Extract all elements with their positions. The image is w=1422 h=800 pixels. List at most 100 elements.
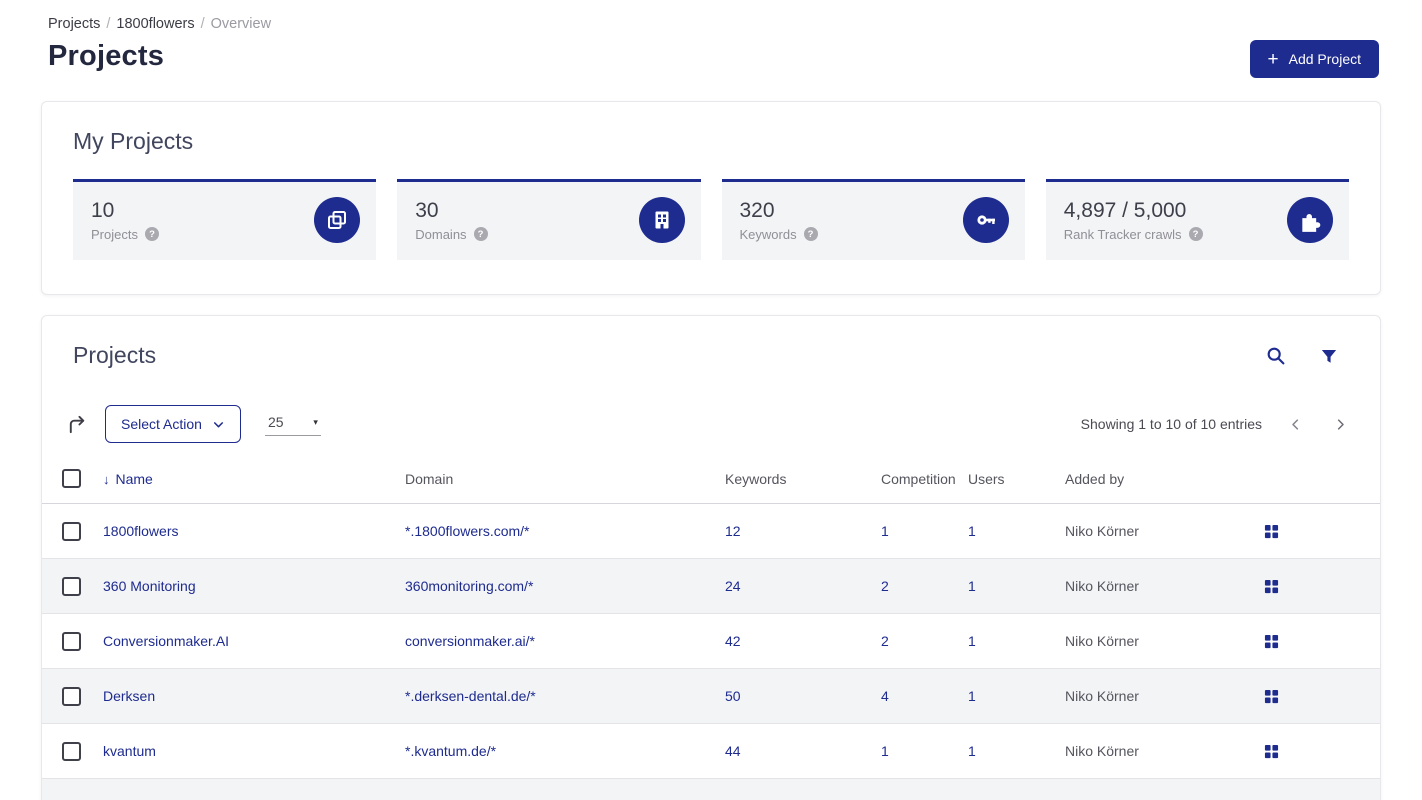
project-competition-link[interactable]: 1 bbox=[881, 743, 889, 759]
project-competition-link[interactable]: 2 bbox=[881, 633, 889, 649]
column-header-added-by[interactable]: Added by bbox=[1065, 463, 1264, 504]
select-all-checkbox[interactable] bbox=[62, 469, 81, 488]
stat-tile-keywords: 320 Keywords ? bbox=[721, 179, 1025, 260]
dashboard-grid-icon[interactable] bbox=[1264, 524, 1279, 539]
project-competition-link[interactable]: 1 bbox=[881, 523, 889, 539]
table-header-row: ↓ Name Domain Keywords Competition Users … bbox=[42, 463, 1380, 504]
dashboard-grid-icon[interactable] bbox=[1264, 689, 1279, 704]
my-projects-card: My Projects 10 Projects ? 30 Domains ? 3… bbox=[41, 101, 1381, 295]
breadcrumb-separator: / bbox=[200, 16, 205, 32]
stat-value: 10 bbox=[91, 198, 115, 222]
add-project-button[interactable]: + Add Project bbox=[1249, 40, 1379, 78]
project-name-link[interactable]: Derksen bbox=[103, 688, 155, 704]
project-users-link[interactable]: 1 bbox=[968, 578, 976, 594]
project-name-link[interactable]: kvantum bbox=[103, 743, 156, 759]
help-icon[interactable]: ? bbox=[473, 227, 488, 241]
project-users-link[interactable]: 1 bbox=[968, 688, 976, 704]
stat-value: 30 bbox=[415, 198, 439, 222]
row-checkbox[interactable] bbox=[62, 631, 81, 651]
sort-desc-icon: ↓ bbox=[103, 471, 110, 487]
stat-value: 4,897 / 5,000 bbox=[1063, 198, 1187, 222]
search-icon[interactable] bbox=[1265, 345, 1286, 366]
stat-tile-rank-tracker: 4,897 / 5,000 Rank Tracker crawls ? bbox=[1045, 179, 1349, 260]
breadcrumb: Projects / 1800flowers / Overview bbox=[0, 0, 1422, 32]
next-page-icon[interactable] bbox=[1333, 417, 1348, 432]
project-domain-link[interactable]: *.derksen-dental.de/* bbox=[405, 688, 536, 704]
help-icon[interactable]: ? bbox=[803, 227, 818, 241]
row-checkbox[interactable] bbox=[62, 686, 81, 706]
row-checkbox[interactable] bbox=[62, 741, 81, 761]
help-icon[interactable]: ? bbox=[1188, 227, 1203, 241]
breadcrumb-separator: / bbox=[106, 16, 111, 32]
caret-down-icon: ▾ bbox=[313, 416, 318, 427]
table-row: 1800flowers *.1800flowers.com/* 12 1 1 N… bbox=[42, 503, 1380, 559]
stat-label: Keywords bbox=[739, 226, 797, 242]
stat-value: 320 bbox=[739, 198, 775, 222]
breadcrumb-current: Overview bbox=[210, 16, 272, 32]
project-keywords-link[interactable]: 24 bbox=[725, 578, 741, 594]
project-users-link[interactable]: 1 bbox=[968, 743, 976, 759]
project-keywords-link[interactable]: 42 bbox=[725, 633, 741, 649]
project-keywords-link[interactable]: 12 bbox=[725, 523, 741, 539]
column-header-users[interactable]: Users bbox=[968, 463, 1065, 504]
project-competition-link[interactable]: 4 bbox=[881, 688, 889, 704]
filter-icon[interactable] bbox=[1320, 347, 1338, 365]
table-row: kvantum *.kvantum.de/* 44 1 1 Niko Körne… bbox=[42, 723, 1380, 779]
column-header-keywords[interactable]: Keywords bbox=[725, 463, 881, 504]
project-users-link[interactable]: 1 bbox=[968, 633, 976, 649]
column-header-domain[interactable]: Domain bbox=[405, 463, 725, 504]
table-row: 360 Monitoring 360monitoring.com/* 24 2 … bbox=[42, 558, 1380, 614]
table-row bbox=[42, 778, 1380, 800]
dashboard-grid-icon[interactable] bbox=[1264, 744, 1279, 759]
added-by-value: Niko Körner bbox=[1065, 723, 1264, 779]
plus-icon: + bbox=[1267, 48, 1279, 70]
projects-icon bbox=[314, 197, 361, 243]
projects-table: ↓ Name Domain Keywords Competition Users … bbox=[42, 463, 1380, 800]
help-icon[interactable]: ? bbox=[144, 227, 159, 241]
page-size-select[interactable]: 25 ▾ bbox=[264, 412, 321, 436]
project-keywords-link[interactable]: 50 bbox=[725, 688, 741, 704]
domains-icon bbox=[638, 197, 685, 243]
select-action-label: Select Action bbox=[121, 416, 202, 432]
page-size-value: 25 bbox=[267, 414, 284, 430]
chevron-down-icon bbox=[213, 421, 223, 427]
dashboard-grid-icon[interactable] bbox=[1264, 579, 1279, 594]
prev-page-icon[interactable] bbox=[1288, 417, 1303, 432]
project-domain-link[interactable]: *.kvantum.de/* bbox=[405, 743, 496, 759]
column-header-competition[interactable]: Competition bbox=[881, 463, 968, 504]
project-name-link[interactable]: 1800flowers bbox=[103, 523, 179, 539]
breadcrumb-1800flowers[interactable]: 1800flowers bbox=[116, 16, 194, 32]
project-name-link[interactable]: 360 Monitoring bbox=[103, 578, 196, 594]
my-projects-title: My Projects bbox=[73, 128, 194, 154]
project-keywords-link[interactable]: 44 bbox=[725, 743, 741, 759]
added-by-value: Niko Körner bbox=[1065, 503, 1264, 559]
rank-tracker-icon bbox=[1287, 197, 1333, 243]
project-domain-link[interactable]: 360monitoring.com/* bbox=[405, 578, 533, 594]
added-by-value: Niko Körner bbox=[1065, 613, 1264, 669]
stat-label: Projects bbox=[91, 226, 138, 242]
row-checkbox[interactable] bbox=[62, 521, 81, 541]
stat-label: Rank Tracker crawls bbox=[1063, 226, 1182, 242]
project-users-link[interactable]: 1 bbox=[968, 523, 976, 539]
column-header-name[interactable]: ↓ Name bbox=[103, 463, 405, 504]
keywords-icon bbox=[962, 197, 1009, 243]
select-action-dropdown[interactable]: Select Action bbox=[105, 405, 241, 443]
stat-label: Domains bbox=[415, 226, 467, 242]
row-checkbox[interactable] bbox=[62, 576, 81, 596]
breadcrumb-projects[interactable]: Projects bbox=[48, 16, 100, 32]
showing-entries-text: Showing 1 to 10 of 10 entries bbox=[1080, 416, 1262, 432]
project-name-link[interactable]: Conversionmaker.AI bbox=[103, 633, 229, 649]
project-competition-link[interactable]: 2 bbox=[881, 578, 889, 594]
dashboard-grid-icon[interactable] bbox=[1264, 634, 1279, 649]
stat-tiles: 10 Projects ? 30 Domains ? 320 Keywords … bbox=[73, 179, 1349, 260]
project-domain-link[interactable]: conversionmaker.ai/* bbox=[405, 633, 535, 649]
added-by-value: Niko Körner bbox=[1065, 558, 1264, 614]
projects-card-title: Projects bbox=[73, 342, 157, 368]
projects-card: Projects Select Action 25 ▾ Showing 1 to… bbox=[41, 315, 1381, 800]
added-by-value: Niko Körner bbox=[1065, 668, 1264, 724]
table-row: Derksen *.derksen-dental.de/* 50 4 1 Nik… bbox=[42, 668, 1380, 724]
stat-tile-domains: 30 Domains ? bbox=[397, 179, 701, 260]
export-icon[interactable] bbox=[66, 413, 89, 436]
project-domain-link[interactable]: *.1800flowers.com/* bbox=[405, 523, 530, 539]
stat-tile-projects: 10 Projects ? bbox=[73, 179, 377, 260]
